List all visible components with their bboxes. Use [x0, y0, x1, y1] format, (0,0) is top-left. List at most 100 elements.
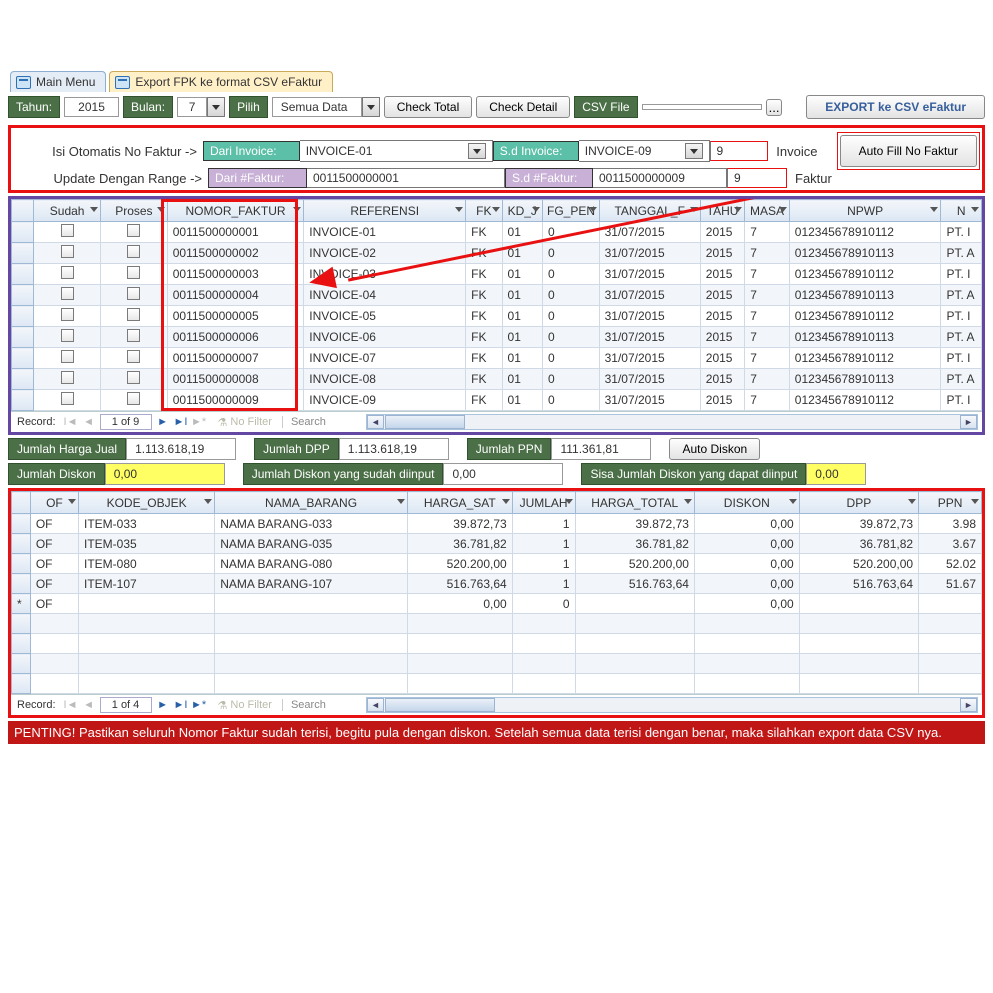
form-icon — [16, 76, 31, 89]
csv-browse-button[interactable]: ... — [766, 99, 783, 116]
csv-file-path[interactable] — [642, 104, 762, 110]
item-grid[interactable]: OFKODE_OBJEKNAMA_BARANGHARGA_SATJUMLAHHA… — [11, 491, 982, 694]
pilih-select[interactable]: Semua Data — [272, 97, 362, 117]
item-grid-frame: OFKODE_OBJEKNAMA_BARANGHARGA_SATJUMLAHHA… — [8, 488, 985, 718]
check-detail-button[interactable]: Check Detail — [476, 96, 570, 118]
column-header[interactable]: PPN — [919, 492, 982, 514]
column-header[interactable]: KODE_OBJEK — [79, 492, 215, 514]
proses-checkbox[interactable] — [127, 266, 140, 279]
column-header[interactable]: JUMLAH — [512, 492, 575, 514]
pilih-dropdown-button[interactable] — [362, 97, 380, 117]
proses-checkbox[interactable] — [127, 308, 140, 321]
pilih-label: Pilih — [229, 96, 268, 118]
no-filter-label[interactable]: ⚗No Filter — [208, 699, 282, 712]
table-row[interactable]: OFITEM-107NAMA BARANG-107516.763,641516.… — [12, 574, 982, 594]
proses-checkbox[interactable] — [127, 287, 140, 300]
sd-invoice-select[interactable]: INVOICE-09 — [579, 140, 710, 162]
table-row[interactable]: 0011500000009INVOICE-09FK01031/07/201520… — [12, 390, 982, 411]
sudah-checkbox[interactable] — [61, 245, 74, 258]
isi-otomatis-label: Isi Otomatis No Faktur -> — [13, 144, 203, 159]
sudah-checkbox[interactable] — [61, 392, 74, 405]
column-header[interactable]: NAMA_BARANG — [215, 492, 408, 514]
column-header[interactable]: NOMOR_FAKTUR — [167, 200, 304, 222]
bulan-value[interactable]: 7 — [177, 97, 207, 117]
column-header[interactable]: OF — [30, 492, 78, 514]
jumlah-dpp-value: 1.113.618,19 — [339, 438, 449, 460]
faktur-unit-label: Faktur — [787, 171, 857, 186]
nav-next-button[interactable]: ► — [154, 413, 172, 431]
sudah-checkbox[interactable] — [61, 371, 74, 384]
proses-checkbox[interactable] — [127, 245, 140, 258]
search-input[interactable]: Search — [282, 416, 362, 428]
column-header[interactable]: DISKON — [694, 492, 799, 514]
column-header[interactable]: REFERENSI — [304, 200, 466, 222]
bulan-dropdown-button[interactable] — [207, 97, 225, 117]
table-row[interactable]: OFITEM-080NAMA BARANG-080520.200,001520.… — [12, 554, 982, 574]
column-header[interactable]: FG_PEN — [542, 200, 599, 222]
table-row[interactable]: 0011500000005INVOICE-05FK01031/07/201520… — [12, 306, 982, 327]
sudah-checkbox[interactable] — [61, 266, 74, 279]
table-row[interactable]: 0011500000006INVOICE-06FK01031/07/201520… — [12, 327, 982, 348]
invoice-count-input[interactable]: 9 — [710, 141, 769, 161]
no-filter-label[interactable]: ⚗No Filter — [208, 416, 282, 429]
column-header[interactable]: FK — [466, 200, 502, 222]
table-row[interactable]: 0011500000008INVOICE-08FK01031/07/201520… — [12, 369, 982, 390]
nav-new-button[interactable]: ►* — [190, 696, 208, 714]
nav-prev-button[interactable]: ◄ — [80, 696, 98, 714]
table-row[interactable]: 0011500000002INVOICE-02FK01031/07/201520… — [12, 243, 982, 264]
nav-first-button[interactable]: I◄ — [62, 696, 80, 714]
check-total-button[interactable]: Check Total — [384, 96, 472, 118]
proses-checkbox[interactable] — [127, 371, 140, 384]
column-header[interactable]: Proses — [101, 200, 168, 222]
sudah-checkbox[interactable] — [61, 329, 74, 342]
tab-export-fpk[interactable]: Export FPK ke format CSV eFaktur — [109, 71, 333, 92]
sd-invoice-dropdown-button[interactable] — [685, 143, 703, 159]
jumlah-diskon-label: Jumlah Diskon — [8, 463, 105, 485]
horizontal-scrollbar[interactable]: ◄► — [366, 697, 978, 713]
column-header[interactable]: HARGA_SAT — [407, 492, 512, 514]
table-row[interactable]: OFITEM-035NAMA BARANG-03536.781,82136.78… — [12, 534, 982, 554]
faktur-count-input[interactable]: 9 — [727, 168, 787, 188]
export-csv-button[interactable]: EXPORT ke CSV eFaktur — [806, 95, 985, 119]
tab-main-menu[interactable]: Main Menu — [10, 71, 106, 92]
nav-new-button[interactable]: ►* — [190, 413, 208, 431]
proses-checkbox[interactable] — [127, 350, 140, 363]
column-header[interactable]: Sudah — [34, 200, 101, 222]
proses-checkbox[interactable] — [127, 392, 140, 405]
column-header[interactable]: NPWP — [789, 200, 941, 222]
column-header[interactable]: KD_J — [502, 200, 542, 222]
sudah-checkbox[interactable] — [61, 350, 74, 363]
sudah-checkbox[interactable] — [61, 308, 74, 321]
table-row[interactable]: 0011500000003INVOICE-03FK01031/07/201520… — [12, 264, 982, 285]
faktur-grid[interactable]: SudahProsesNOMOR_FAKTURREFERENSIFKKD_JFG… — [11, 199, 982, 411]
table-row[interactable]: OFITEM-033NAMA BARANG-03339.872,73139.87… — [12, 514, 982, 534]
tahun-value[interactable]: 2015 — [64, 97, 119, 117]
column-header[interactable]: N — [941, 200, 982, 222]
nav-next-button[interactable]: ► — [154, 696, 172, 714]
horizontal-scrollbar[interactable]: ◄► — [366, 414, 978, 430]
sudah-checkbox[interactable] — [61, 224, 74, 237]
record-position[interactable]: 1 of 4 — [100, 697, 152, 713]
dari-invoice-select[interactable]: INVOICE-01 — [300, 140, 493, 162]
new-row[interactable]: *OF0,0000,00 — [12, 594, 982, 614]
table-row[interactable]: 0011500000007INVOICE-07FK01031/07/201520… — [12, 348, 982, 369]
table-row[interactable]: 0011500000004INVOICE-04FK01031/07/201520… — [12, 285, 982, 306]
sd-faktur-input[interactable]: 0011500000009 — [593, 168, 727, 188]
sudah-checkbox[interactable] — [61, 287, 74, 300]
auto-diskon-button[interactable]: Auto Diskon — [669, 438, 760, 460]
proses-checkbox[interactable] — [127, 329, 140, 342]
nav-first-button[interactable]: I◄ — [62, 413, 80, 431]
search-input[interactable]: Search — [282, 699, 362, 711]
dari-faktur-input[interactable]: 0011500000001 — [307, 168, 505, 188]
nav-last-button[interactable]: ►I — [172, 413, 190, 431]
column-header[interactable]: MASA — [745, 200, 790, 222]
dari-invoice-dropdown-button[interactable] — [468, 143, 486, 159]
table-row[interactable]: 0011500000001INVOICE-01FK01031/07/201520… — [12, 222, 982, 243]
proses-checkbox[interactable] — [127, 224, 140, 237]
column-header[interactable]: DPP — [799, 492, 918, 514]
record-position[interactable]: 1 of 9 — [100, 414, 152, 430]
column-header[interactable]: HARGA_TOTAL — [575, 492, 694, 514]
nav-prev-button[interactable]: ◄ — [80, 413, 98, 431]
nav-last-button[interactable]: ►I — [172, 696, 190, 714]
auto-fill-button[interactable]: Auto Fill No Faktur — [840, 135, 977, 167]
